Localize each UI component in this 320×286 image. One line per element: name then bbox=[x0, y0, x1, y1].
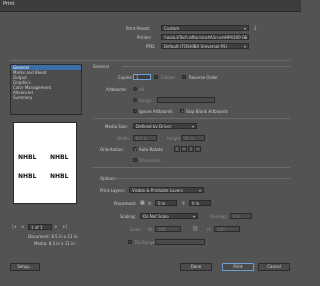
preview-logo: NHBL bbox=[50, 173, 69, 180]
media-size-select[interactable]: Defined by Driver ▾ bbox=[133, 123, 197, 129]
reverse-order-label: Reverse Order bbox=[189, 75, 218, 80]
overlap-field[interactable]: 0 in bbox=[230, 213, 252, 219]
category-item-summary[interactable]: Summary bbox=[11, 95, 81, 100]
preview-logo: NHBL bbox=[18, 173, 37, 180]
scaling-label: Scaling: bbox=[120, 214, 136, 219]
scale-width-field[interactable]: 100 bbox=[155, 226, 181, 232]
next-page-icon[interactable]: ▸ bbox=[55, 224, 58, 230]
title-bar: Print bbox=[0, 0, 301, 12]
copies-label: Copies: bbox=[118, 75, 133, 80]
print-layers-select[interactable]: Visible & Printable Layers ▾ bbox=[129, 187, 204, 193]
link-icon[interactable]: ⛓ bbox=[192, 226, 198, 232]
skip-blank-artboards-checkbox[interactable]: ✓ bbox=[180, 109, 184, 114]
range-field[interactable] bbox=[157, 97, 215, 103]
range-label: Range: bbox=[139, 98, 154, 103]
prev-page-icon[interactable]: ◂ bbox=[21, 224, 24, 230]
section-divider bbox=[93, 118, 290, 119]
all-label: All bbox=[139, 87, 144, 92]
copies-field[interactable]: 1 bbox=[133, 74, 151, 80]
setup-button[interactable]: Setup... bbox=[10, 263, 40, 271]
header-divider bbox=[10, 60, 290, 61]
media-size-label: Media Size: bbox=[105, 124, 128, 129]
chevron-down-icon: ▾ bbox=[198, 188, 201, 193]
height-label: Height: bbox=[167, 136, 182, 141]
tile-range-label: Tile Range: bbox=[134, 240, 157, 245]
transverse-checkbox[interactable] bbox=[133, 158, 137, 162]
reverse-order-checkbox[interactable] bbox=[182, 75, 186, 79]
placement-label: Placement: bbox=[114, 201, 137, 206]
auto-rotate-checkbox[interactable]: ✓ bbox=[133, 147, 137, 152]
section-title-general: General bbox=[93, 64, 109, 69]
last-page-icon[interactable]: ▸| bbox=[63, 224, 67, 230]
print-preview[interactable]: NHBL NHBL NHBL NHBL bbox=[13, 122, 77, 204]
media-size-info: Media: 8.5 in x 11 in bbox=[34, 241, 75, 246]
collate-checkbox[interactable] bbox=[154, 75, 158, 79]
ignore-artboards-checkbox[interactable] bbox=[133, 109, 137, 113]
preview-logo: NHBL bbox=[50, 154, 69, 161]
preview-logo: NHBL bbox=[18, 154, 37, 161]
collate-label: Collate bbox=[161, 75, 175, 80]
document-size: Document: 8.5 in x 11 in bbox=[28, 234, 78, 239]
skip-blank-artboards-label: Skip Blank Artboards bbox=[186, 109, 228, 114]
print-preset-label: Print Preset: bbox=[126, 26, 151, 31]
ppd-select[interactable]: Default (TOSHIBA Universal PS) ▾ bbox=[161, 43, 249, 49]
all-radio[interactable] bbox=[133, 87, 137, 91]
portrait-flipped-icon[interactable]: ▯ bbox=[188, 146, 194, 152]
scale-height-field[interactable]: 100 bbox=[214, 226, 240, 232]
y-label: Y: bbox=[182, 201, 186, 206]
width-label: Width: bbox=[117, 136, 130, 141]
print-preset-select[interactable]: Custom ▾ bbox=[161, 25, 249, 31]
transverse-label: Transverse bbox=[139, 158, 161, 163]
auto-rotate-label: Auto-Rotate bbox=[139, 147, 163, 152]
portrait-icon[interactable]: ▯ bbox=[174, 146, 180, 152]
x-field[interactable]: 0 in bbox=[155, 200, 177, 206]
chevron-down-icon: ▾ bbox=[192, 214, 195, 219]
done-button[interactable]: Done bbox=[180, 263, 212, 271]
page-field[interactable]: 1 of 1 bbox=[28, 224, 52, 230]
landscape-flipped-icon[interactable]: ▭ bbox=[195, 146, 201, 152]
chevron-down-icon: ▾ bbox=[243, 26, 246, 31]
scaling-select[interactable]: Do Not Scale ▾ bbox=[140, 213, 198, 219]
x-label: X: bbox=[148, 201, 153, 206]
ppd-label: PPD: bbox=[146, 44, 156, 49]
chevron-down-icon: ▾ bbox=[243, 35, 246, 40]
printer-select[interactable]: \\gaia.kTech.gfhp.local\A1n.se\HP4100 CS… bbox=[161, 34, 249, 40]
window-title: Print bbox=[3, 1, 15, 7]
printer-label: Printer: bbox=[137, 35, 152, 40]
print-layers-label: Print Layers: bbox=[100, 188, 126, 193]
tile-range-field[interactable] bbox=[155, 239, 205, 245]
section-divider bbox=[93, 167, 290, 168]
height-field[interactable]: 11 in bbox=[181, 135, 205, 141]
width-field[interactable]: 8.5 in bbox=[133, 135, 157, 141]
print-dialog: Print Print Preset: Custom ▾ ⤓ Printer: \… bbox=[0, 0, 301, 286]
scale-label: Scale: bbox=[130, 227, 143, 232]
orientation-label: Orientation: bbox=[100, 147, 124, 152]
placement-grid-icon[interactable]: ▦ bbox=[140, 200, 145, 206]
artboards-label: Artboards: bbox=[106, 87, 127, 92]
print-button[interactable]: Print bbox=[222, 263, 254, 271]
h-label: H: bbox=[207, 227, 212, 232]
ignore-artboards-label: Ignore Artboards bbox=[139, 109, 173, 114]
chevron-down-icon: ▾ bbox=[191, 124, 194, 129]
y-field[interactable]: 0 in bbox=[189, 200, 211, 206]
cancel-button[interactable]: Cancel bbox=[258, 263, 290, 271]
landscape-icon[interactable]: ▭ bbox=[181, 146, 187, 152]
chevron-down-icon: ▾ bbox=[243, 44, 246, 49]
first-page-icon[interactable]: |◂ bbox=[12, 224, 16, 230]
overlap-label: Overlap: bbox=[210, 214, 228, 219]
section-divider bbox=[122, 66, 290, 67]
section-divider bbox=[114, 178, 290, 179]
tile-range-checkbox[interactable] bbox=[128, 240, 132, 244]
category-list: General Marks and Bleed Output Graphics … bbox=[10, 64, 82, 115]
w-label: W: bbox=[148, 227, 154, 232]
save-preset-icon[interactable]: ⤓ bbox=[254, 25, 256, 31]
range-radio[interactable] bbox=[133, 98, 137, 102]
